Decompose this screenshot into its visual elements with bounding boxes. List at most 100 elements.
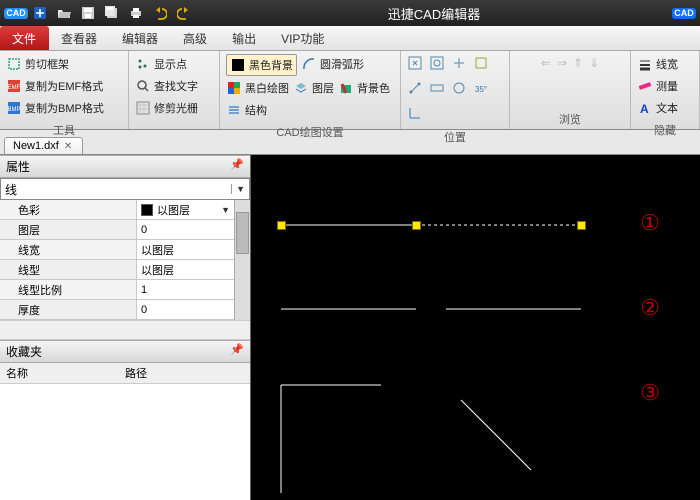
layers-icon — [293, 80, 309, 96]
save-icon[interactable] — [79, 4, 97, 22]
polyline-3a[interactable] — [281, 385, 401, 495]
lts-cell[interactable]: 1 — [137, 280, 234, 299]
arc-smooth-button[interactable]: 圆滑弧形 — [301, 54, 364, 74]
crop-icon — [6, 56, 22, 72]
line-2[interactable] — [281, 307, 581, 311]
bgcolor-icon — [338, 80, 354, 96]
open-icon[interactable] — [55, 4, 73, 22]
text-icon: A — [637, 100, 653, 116]
chevron-down-icon: ▼ — [231, 184, 245, 194]
crop-frame-button[interactable]: 剪切框架 — [6, 54, 69, 74]
pos-icon-8[interactable]: 35° — [473, 80, 489, 99]
nav-up-icon[interactable]: ⇑ — [573, 56, 583, 70]
table-row: 线型比例1 — [0, 280, 234, 300]
search-icon — [135, 78, 151, 94]
copy-bmp-button[interactable]: BMP复制为BMP格式 — [6, 98, 104, 118]
group-pos-label: 位置 — [401, 128, 509, 147]
table-row: 图层0 — [0, 220, 234, 240]
cad-logo-icon: CAD — [675, 4, 693, 22]
properties-header: 属性 📌 — [0, 155, 250, 178]
new-icon[interactable] — [31, 4, 49, 22]
measure-button[interactable]: 测量 — [637, 76, 678, 96]
pos-icon-6[interactable] — [429, 80, 445, 99]
tab-vip[interactable]: VIP功能 — [269, 26, 337, 50]
favorites-columns: 名称 路径 — [0, 363, 250, 384]
find-text-button[interactable]: 查找文字 — [135, 76, 198, 96]
pos-icon-2[interactable] — [429, 55, 445, 74]
pos-icon-7[interactable] — [451, 80, 467, 99]
thk-cell[interactable]: 0 — [137, 300, 234, 319]
titlebar: CAD 迅捷CAD编辑器 CAD — [0, 0, 700, 26]
struct-icon — [226, 102, 242, 118]
layer-cell[interactable]: 0 — [137, 220, 234, 239]
left-panel: 属性 📌 线 ▼ 色彩以图层▼ 图层0 线宽以图层 线型以图层 线型比例1 厚度… — [0, 155, 251, 500]
pin-icon[interactable]: 📌 — [230, 343, 244, 360]
pos-icon-3[interactable] — [451, 55, 467, 74]
pos-icon-5[interactable] — [407, 80, 423, 99]
tab-file[interactable]: 文件 — [0, 26, 49, 50]
undo-icon[interactable] — [151, 4, 169, 22]
favorites-header: 收藏夹 📌 — [0, 340, 250, 363]
color-swatch — [141, 204, 153, 216]
print-icon[interactable] — [127, 4, 145, 22]
text-button[interactable]: A文本 — [637, 98, 678, 118]
nav-left-icon[interactable]: ⇐ — [541, 56, 551, 70]
tab-output[interactable]: 输出 — [220, 26, 269, 50]
annotation-3: ③ — [640, 380, 660, 406]
annotation-2: ② — [640, 295, 660, 321]
pin-icon[interactable]: 📌 — [230, 158, 244, 175]
trim-raster-button[interactable]: 修剪光栅 — [135, 98, 198, 118]
svg-text:BMP: BMP — [7, 107, 20, 113]
scroll-thumb[interactable] — [236, 212, 249, 254]
close-icon[interactable]: ✕ — [64, 141, 72, 152]
tab-editor[interactable]: 编辑器 — [110, 26, 171, 50]
table-row: 线宽以图层 — [0, 240, 234, 260]
object-type-combo[interactable]: 线 ▼ — [0, 178, 250, 200]
pos-icon-9[interactable] — [407, 105, 423, 124]
layer-button[interactable]: 图层 — [293, 78, 334, 98]
color-cell[interactable]: 以图层▼ — [137, 200, 234, 219]
show-points-button[interactable]: 显示点 — [135, 54, 187, 74]
ruler-icon — [637, 78, 653, 94]
svg-text:A: A — [640, 102, 649, 115]
doc-tab-active[interactable]: New1.dxf ✕ — [4, 137, 83, 154]
nav-down-icon[interactable]: ⇓ — [589, 56, 599, 70]
table-row: 线型以图层 — [0, 260, 234, 280]
midpoint-handle[interactable] — [412, 221, 421, 230]
arc-icon — [301, 56, 317, 72]
pos-icon-1[interactable] — [407, 55, 423, 74]
bw-icon — [226, 80, 242, 96]
saveall-icon[interactable] — [103, 4, 121, 22]
table-row: 色彩以图层▼ — [0, 200, 234, 220]
app-title: 迅捷CAD编辑器 — [196, 4, 672, 23]
tab-advanced[interactable]: 高级 — [171, 26, 220, 50]
scrollbar[interactable] — [234, 200, 250, 320]
lw-cell[interactable]: 以图层 — [137, 240, 234, 259]
copy-emf-button[interactable]: EMF复制为EMF格式 — [6, 76, 103, 96]
bw-draw-button[interactable]: 黑白绘图 — [226, 78, 289, 98]
bgcolor-button[interactable]: 背景色 — [338, 78, 390, 98]
selected-line[interactable] — [281, 223, 581, 227]
redo-icon[interactable] — [175, 4, 193, 22]
linewidth-button[interactable]: 线宽 — [637, 54, 678, 74]
line-3b[interactable] — [461, 400, 551, 480]
endpoint-handle[interactable] — [277, 221, 286, 230]
group-browse-label: 浏览 — [510, 110, 630, 129]
endpoint-handle[interactable] — [577, 221, 586, 230]
emf-icon: EMF — [6, 78, 22, 94]
favorites-body — [0, 384, 250, 500]
group-cad-label: CAD绘图设置 — [220, 123, 400, 142]
annotation-1: ① — [640, 210, 660, 236]
svg-text:35°: 35° — [475, 85, 487, 94]
doc-tab-label: New1.dxf — [13, 140, 59, 152]
lt-cell[interactable]: 以图层 — [137, 260, 234, 279]
nav-right-icon[interactable]: ⇒ — [557, 56, 567, 70]
ribbon: 剪切框架 EMF复制为EMF格式 BMP复制为BMP格式 工具 显示点 查找文字… — [0, 51, 700, 130]
property-grid: 色彩以图层▼ 图层0 线宽以图层 线型以图层 线型比例1 厚度0 — [0, 200, 234, 320]
chevron-down-icon: ▼ — [221, 205, 230, 215]
struct-button[interactable]: 结构 — [226, 100, 267, 120]
tab-viewer[interactable]: 查看器 — [49, 26, 110, 50]
drawing-canvas[interactable]: ① ② ③ — [251, 155, 700, 500]
pos-icon-4[interactable] — [473, 55, 489, 74]
black-bg-button[interactable]: 黑色背景 — [226, 54, 297, 76]
